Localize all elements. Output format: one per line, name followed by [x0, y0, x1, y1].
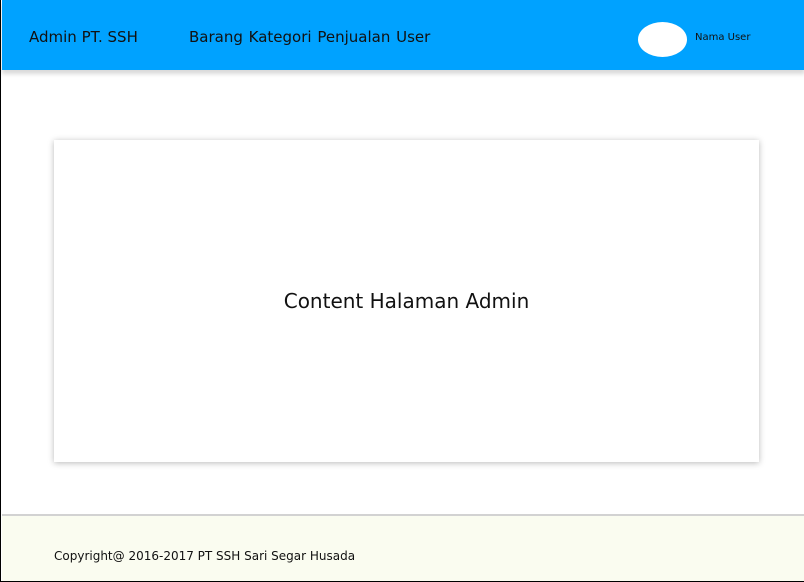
content-card: Content Halaman Admin [54, 140, 759, 462]
copyright-text: Copyright@ 2016-2017 PT SSH Sari Segar H… [54, 549, 356, 563]
footer: Copyright@ 2016-2017 PT SSH Sari Segar H… [2, 514, 804, 581]
page-frame: Admin PT. SSH Barang Kategori Penjualan … [0, 0, 804, 582]
user-name-label[interactable]: Nama User [695, 32, 750, 44]
content-placeholder-text: Content Halaman Admin [283, 289, 530, 313]
nav-item-user[interactable]: User [396, 28, 430, 46]
nav-item-penjualan[interactable]: Penjualan [317, 28, 390, 46]
user-avatar[interactable] [638, 22, 687, 57]
brand-link[interactable]: Admin PT. SSH [29, 28, 138, 46]
nav-item-barang[interactable]: Barang [189, 28, 243, 46]
main-nav: Barang Kategori Penjualan User [189, 28, 431, 46]
nav-item-kategori[interactable]: Kategori [249, 28, 312, 46]
top-navbar: Admin PT. SSH Barang Kategori Penjualan … [2, 0, 804, 70]
